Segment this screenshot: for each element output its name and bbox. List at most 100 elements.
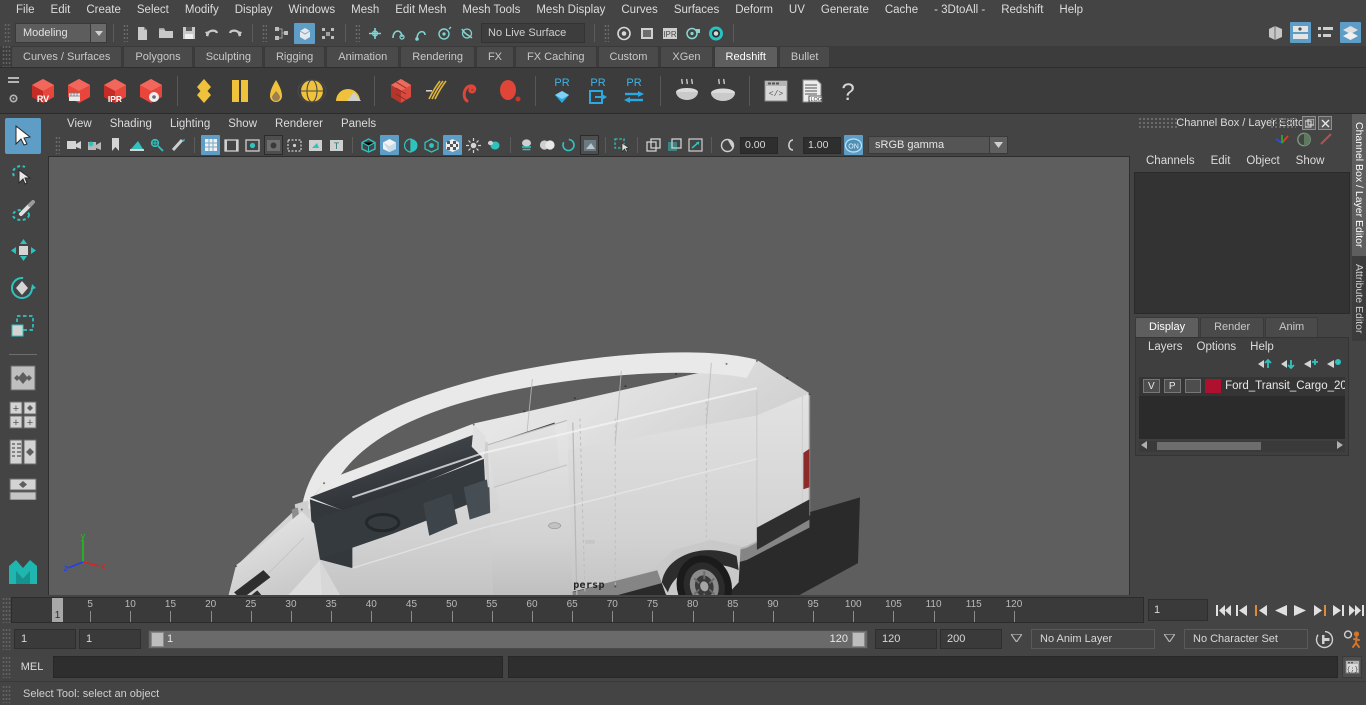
menu-item-generate[interactable]: Generate: [813, 1, 877, 19]
snap-to-point-icon[interactable]: [410, 23, 431, 44]
viewport-menu-renderer[interactable]: Renderer: [266, 117, 332, 131]
play-forwards-icon[interactable]: [1290, 599, 1309, 621]
hypershade-persp-layout[interactable]: [5, 472, 41, 506]
layer-tab-display[interactable]: Display: [1135, 317, 1199, 337]
wireframe-icon[interactable]: [359, 135, 378, 155]
redshift-pr-transfer-icon[interactable]: PR: [617, 71, 651, 111]
help-line-grip[interactable]: [2, 685, 11, 703]
layer-visibility-toggle[interactable]: V: [1143, 379, 1160, 393]
lasso-select-tool[interactable]: [5, 156, 41, 192]
range-slider-grip[interactable]: [2, 628, 11, 650]
layer-list-horizontal-scrollbar[interactable]: [1139, 441, 1345, 452]
auto-key-icon[interactable]: [1311, 630, 1337, 649]
safe-action-icon[interactable]: [306, 135, 325, 155]
safe-title-icon[interactable]: T: [327, 135, 346, 155]
single-perspective-layout[interactable]: [5, 361, 41, 395]
step-back-frame-icon[interactable]: [1252, 599, 1271, 621]
move-layer-down-icon[interactable]: [1280, 358, 1296, 373]
shaded-wireframe-icon[interactable]: [401, 135, 420, 155]
scroll-right-arrow-icon[interactable]: [1335, 440, 1343, 452]
anim-layer-dropdown-arrow-icon[interactable]: [1011, 633, 1022, 645]
redshift-volume-icon[interactable]: [456, 71, 490, 111]
select-by-component-icon[interactable]: [317, 23, 338, 44]
display-layer-icon[interactable]: [665, 135, 684, 155]
film-origin-icon[interactable]: [285, 135, 304, 155]
status-line-grip[interactable]: [4, 23, 11, 43]
redshift-render-sequence-icon[interactable]: [62, 71, 96, 111]
group-grip[interactable]: [604, 24, 609, 42]
show-hide-attribute-editor-icon[interactable]: [1290, 22, 1311, 43]
menu-item-redshift[interactable]: Redshift: [993, 1, 1051, 19]
shelf-tab-redshift[interactable]: Redshift: [714, 46, 778, 67]
layer-menu-layers[interactable]: Layers: [1141, 340, 1190, 354]
new-layer-icon[interactable]: [1303, 358, 1319, 373]
shelf-tab-fx-caching[interactable]: FX Caching: [515, 46, 596, 67]
undock-icon[interactable]: [1302, 116, 1316, 130]
redshift-sprite-icon[interactable]: [492, 71, 526, 111]
close-icon[interactable]: [1318, 116, 1332, 130]
menu-item-edit[interactable]: Edit: [43, 1, 79, 19]
xray-toggle-icon[interactable]: [644, 135, 663, 155]
menu-item-help[interactable]: Help: [1051, 1, 1091, 19]
redshift-environment-icon[interactable]: [331, 71, 365, 111]
snap-to-view-plane-icon[interactable]: [456, 23, 477, 44]
redshift-material-blender-icon[interactable]: [223, 71, 257, 111]
step-forward-frame-icon[interactable]: [1309, 599, 1328, 621]
move-tool[interactable]: [5, 232, 41, 268]
shelf-menu-icon[interactable]: [8, 75, 19, 87]
channel-box-menu-channels[interactable]: Channels: [1138, 154, 1203, 168]
grid-toggle-icon[interactable]: [201, 135, 220, 155]
layer-display-type-toggle[interactable]: [1185, 379, 1202, 393]
screen-space-ao-icon[interactable]: [580, 135, 599, 155]
view-transform-selector[interactable]: sRGB gamma: [868, 136, 1008, 154]
viewport-menu-panels[interactable]: Panels: [332, 117, 385, 131]
menu-item-create[interactable]: Create: [78, 1, 129, 19]
command-input-field[interactable]: [53, 656, 503, 678]
channel-box-menu-edit[interactable]: Edit: [1203, 154, 1239, 168]
shelf-tab-curves-surfaces[interactable]: Curves / Surfaces: [11, 46, 122, 67]
menu-item-mesh[interactable]: Mesh: [343, 1, 387, 19]
menu-item-uv[interactable]: UV: [781, 1, 813, 19]
shelf-tab-polygons[interactable]: Polygons: [123, 46, 192, 67]
viewport-menu-lighting[interactable]: Lighting: [161, 117, 219, 131]
scrollbar-thumb[interactable]: [1157, 442, 1261, 450]
menu-item-mesh-display[interactable]: Mesh Display: [528, 1, 613, 19]
redshift-bake-icon[interactable]: [670, 71, 704, 111]
gamma-field[interactable]: 1.00: [803, 137, 841, 154]
film-gate-icon[interactable]: [222, 135, 241, 155]
anim-end-time-field[interactable]: 200: [940, 629, 1002, 649]
layer-name[interactable]: Ford_Transit_Cargo_20: [1225, 380, 1345, 392]
select-by-object-icon[interactable]: [294, 23, 315, 44]
snap-to-curve-icon[interactable]: [387, 23, 408, 44]
menu-item-cache[interactable]: Cache: [877, 1, 926, 19]
isolate-select-icon[interactable]: [612, 135, 631, 155]
outliner-persp-layout[interactable]: [5, 435, 41, 469]
live-surface-field[interactable]: No Live Surface: [481, 23, 585, 43]
new-scene-icon[interactable]: [132, 23, 153, 44]
use-default-material-icon[interactable]: [443, 135, 462, 155]
viewport-menu-show[interactable]: Show: [219, 117, 266, 131]
move-layer-up-icon[interactable]: [1257, 358, 1273, 373]
animation-preferences-icon[interactable]: [1340, 630, 1366, 649]
layer-row[interactable]: V P Ford_Transit_Cargo_20: [1139, 377, 1345, 396]
channel-box-content[interactable]: [1134, 172, 1350, 314]
hypershade-icon[interactable]: [705, 23, 726, 44]
layer-playback-toggle[interactable]: P: [1164, 379, 1181, 393]
menu-set-selector[interactable]: Modeling: [15, 23, 107, 43]
menu-item-deform[interactable]: Deform: [727, 1, 781, 19]
layer-menu-options[interactable]: Options: [1190, 340, 1244, 354]
shelf-grip[interactable]: [2, 45, 11, 67]
command-language-label[interactable]: MEL: [11, 661, 53, 673]
menu-item-select[interactable]: Select: [129, 1, 177, 19]
exposure-field[interactable]: 0.00: [740, 137, 778, 154]
scroll-left-arrow-icon[interactable]: [1141, 440, 1149, 452]
redshift-log-icon[interactable]: .LOG: [795, 71, 829, 111]
time-slider-playhead[interactable]: 1: [52, 598, 63, 622]
redshift-render-view-icon[interactable]: RV: [26, 71, 60, 111]
color-management-toggle-icon[interactable]: ON: [844, 135, 863, 155]
group-grip[interactable]: [123, 24, 128, 42]
redshift-material-icon[interactable]: [187, 71, 221, 111]
ipr-render-icon[interactable]: IPR: [659, 23, 680, 44]
layer-menu-help[interactable]: Help: [1243, 340, 1281, 354]
anim-layer-selector[interactable]: No Anim Layer: [1031, 629, 1155, 649]
